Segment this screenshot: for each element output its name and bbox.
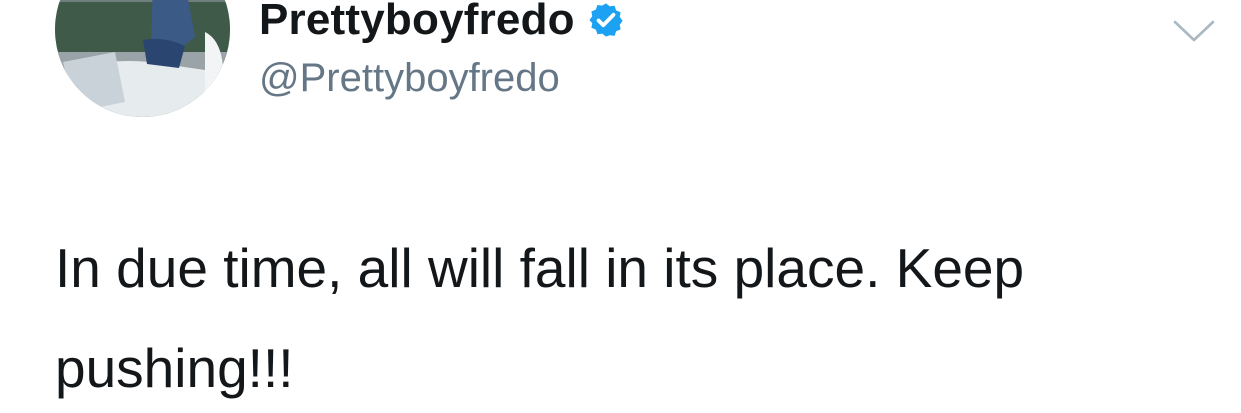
display-name[interactable]: Prettyboyfredo (259, 0, 575, 45)
user-handle[interactable]: @Prettyboyfredo (259, 56, 560, 101)
verified-badge-icon (587, 1, 625, 39)
tweet-card: Prettyboyfredo @Prettyboyfredo In due ti… (0, 0, 1241, 413)
tweet-text: In due time, all will fall in its place.… (55, 218, 1215, 413)
avatar-photo (55, 0, 230, 117)
tweet-text-line-2: pushing!!! (55, 337, 294, 399)
chevron-down-icon[interactable] (1172, 18, 1216, 44)
name-row: Prettyboyfredo (259, 0, 625, 48)
tweet-text-line-1: In due time, all will fall in its place.… (55, 237, 1025, 299)
avatar[interactable] (55, 0, 230, 117)
